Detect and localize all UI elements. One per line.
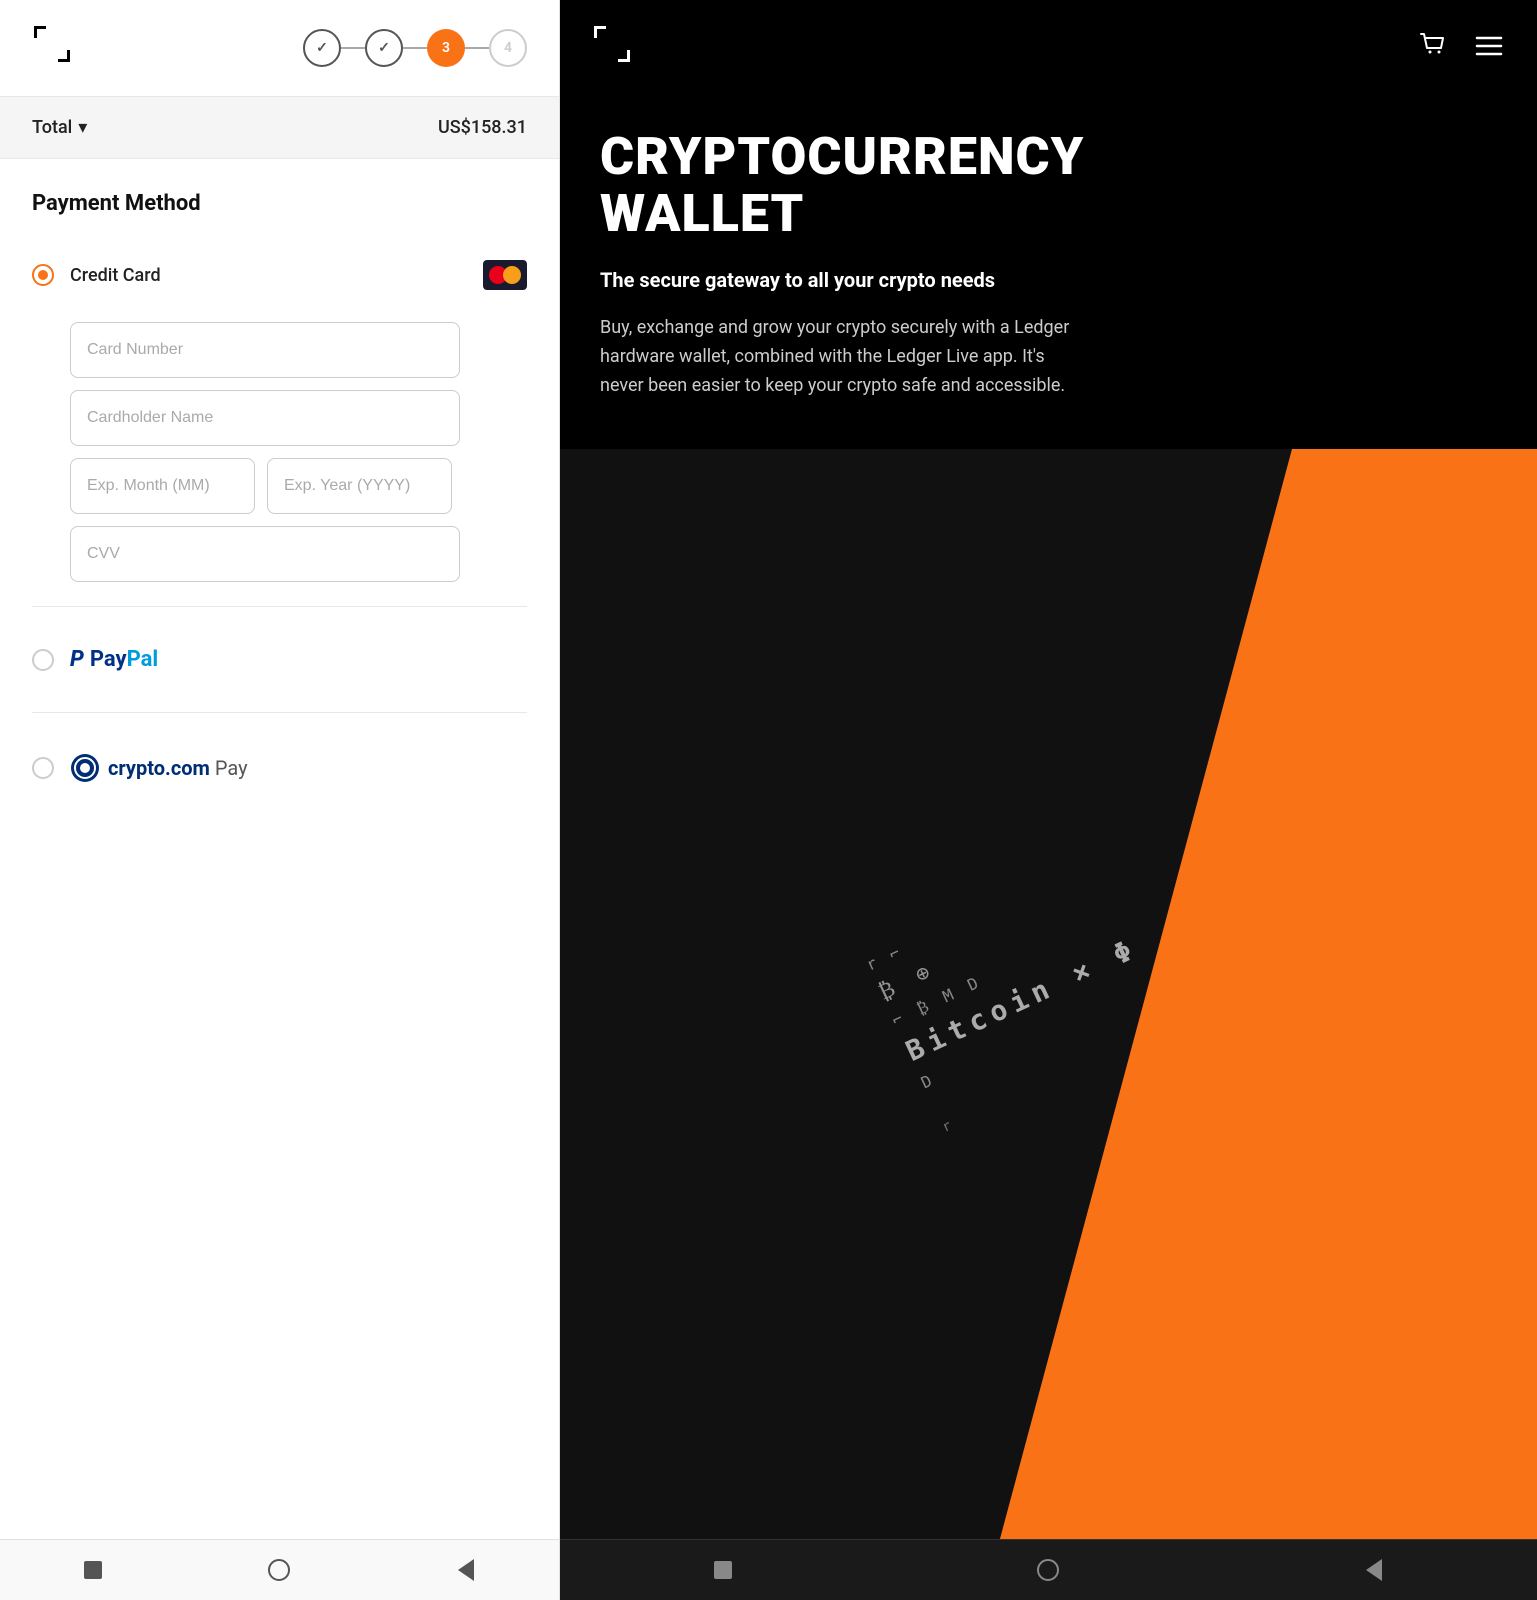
cart-button[interactable] <box>1417 28 1449 60</box>
card-number-input[interactable] <box>70 322 460 378</box>
crypto-option[interactable]: crypto.com Pay <box>32 737 527 799</box>
right-nav-circle-icon <box>1037 1559 1059 1581</box>
divider-2 <box>32 712 527 713</box>
left-nav-back-btn[interactable] <box>452 1556 480 1584</box>
cvv-input[interactable] <box>70 526 460 582</box>
left-panel: ✓ ✓ 3 4 Total ▾ US$158.31 Payment Method <box>0 0 560 1600</box>
right-nav-circle-btn[interactable] <box>1034 1556 1062 1584</box>
step-2: ✓ <box>365 29 403 67</box>
paypal-logo: P PayPal <box>70 647 158 672</box>
right-header <box>560 0 1537 88</box>
left-bottom-nav <box>0 1539 559 1600</box>
right-logo <box>592 24 632 64</box>
right-nav-square-icon <box>714 1561 732 1579</box>
right-nav-back-btn[interactable] <box>1360 1556 1388 1584</box>
hero-subtitle: The secure gateway to all your crypto ne… <box>600 266 1497 294</box>
credit-card-label: Credit Card <box>70 265 161 286</box>
paypal-option[interactable]: P PayPal <box>32 631 527 688</box>
step-line-3 <box>465 47 489 49</box>
payment-section: Payment Method Credit Card <box>0 159 559 1539</box>
divider-1 <box>32 606 527 607</box>
card-form <box>70 322 527 582</box>
paypal-text: PayPal <box>90 647 158 672</box>
step-3: 3 <box>427 29 465 67</box>
exp-year-input[interactable] <box>267 458 452 514</box>
left-nav-square-btn[interactable] <box>79 1556 107 1584</box>
crypto-text: crypto.com Pay <box>108 756 248 780</box>
total-label[interactable]: Total ▾ <box>32 117 87 138</box>
step-line-2 <box>403 47 427 49</box>
right-nav-square-btn[interactable] <box>709 1556 737 1584</box>
total-amount: US$158.31 <box>438 117 527 138</box>
cardholder-name-input[interactable] <box>70 390 460 446</box>
left-logo <box>32 24 80 72</box>
glyph-row-4: D <box>918 1070 938 1093</box>
left-nav-back-icon <box>458 1559 474 1581</box>
right-panel: CRYPTOCURRENCY WALLET The secure gateway… <box>560 0 1537 1600</box>
credit-card-option[interactable]: Credit Card <box>32 244 527 306</box>
right-bottom-nav <box>560 1539 1537 1600</box>
radio-inner-selected <box>38 270 48 280</box>
right-header-icons <box>1417 28 1505 60</box>
left-nav-circle-btn[interactable] <box>265 1556 293 1584</box>
credit-card-radio[interactable] <box>32 264 54 286</box>
steps-container: ✓ ✓ 3 4 <box>303 29 527 67</box>
mc-right-circle <box>503 266 521 284</box>
credit-card-row: Credit Card <box>70 260 527 290</box>
payment-title: Payment Method <box>32 191 527 216</box>
mastercard-icon <box>483 260 527 290</box>
step-4: 4 <box>489 29 527 67</box>
glyph-row-5: r <box>939 1118 953 1136</box>
right-nav-back-icon <box>1366 1559 1382 1581</box>
left-nav-circle-icon <box>268 1559 290 1581</box>
exp-month-input[interactable] <box>70 458 255 514</box>
hero-content: CRYPTOCURRENCY WALLET The secure gateway… <box>560 88 1537 449</box>
crypto-logo: crypto.com Pay <box>70 753 248 783</box>
step-line-1 <box>341 47 365 49</box>
dropdown-chevron: ▾ <box>78 117 87 138</box>
device-overlay: r ⌐ ₿ ⊕ ⌐ ₿ M D Bitcoin × Φ D r <box>560 449 1537 1539</box>
crypto-icon <box>70 753 100 783</box>
paypal-p-icon: P <box>70 647 84 672</box>
total-bar: Total ▾ US$158.31 <box>0 96 559 159</box>
step-1: ✓ <box>303 29 341 67</box>
expiry-row <box>70 458 527 514</box>
device-text: r ⌐ ₿ ⊕ ⌐ ₿ M D Bitcoin × Φ D r <box>863 851 1174 1136</box>
menu-button[interactable] <box>1473 28 1505 60</box>
paypal-radio[interactable] <box>32 649 54 671</box>
left-nav-square-icon <box>84 1561 102 1579</box>
crypto-radio[interactable] <box>32 757 54 779</box>
hero-title: CRYPTOCURRENCY WALLET <box>600 128 1497 242</box>
left-header: ✓ ✓ 3 4 <box>0 0 559 96</box>
product-image-area: r ⌐ ₿ ⊕ ⌐ ₿ M D Bitcoin × Φ D r <box>560 449 1537 1539</box>
hero-description: Buy, exchange and grow your crypto secur… <box>600 314 1080 400</box>
